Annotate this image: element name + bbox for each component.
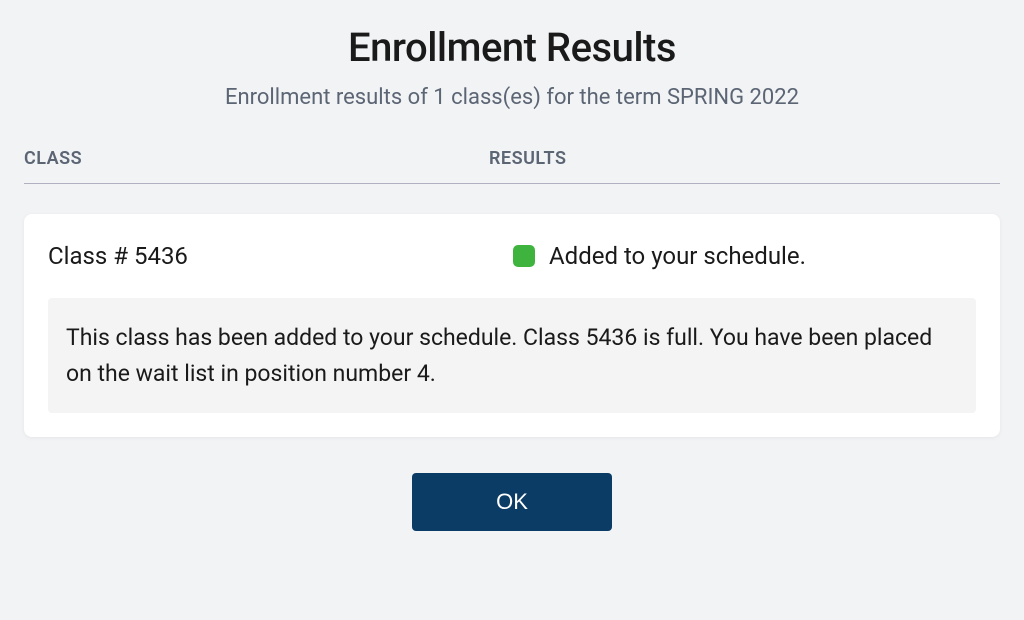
enrollment-results-container: Enrollment Results Enrollment results of… bbox=[0, 0, 1024, 531]
status-text: Added to your schedule. bbox=[549, 242, 806, 270]
class-number: Class # 5436 bbox=[48, 242, 513, 270]
column-header-results: RESULTS bbox=[489, 148, 1000, 169]
result-status-cell: Added to your schedule. bbox=[513, 242, 976, 270]
page-subtitle: Enrollment results of 1 class(es) for th… bbox=[24, 85, 1000, 110]
page-title: Enrollment Results bbox=[24, 24, 1000, 71]
result-row: Class # 5436 Added to your schedule. bbox=[48, 242, 976, 270]
success-icon bbox=[513, 245, 535, 267]
results-table-header: CLASS RESULTS bbox=[24, 148, 1000, 184]
result-message: This class has been added to your schedu… bbox=[48, 298, 976, 413]
result-card: Class # 5436 Added to your schedule. Thi… bbox=[24, 214, 1000, 437]
column-header-class: CLASS bbox=[24, 148, 489, 169]
button-row: OK bbox=[24, 473, 1000, 531]
ok-button[interactable]: OK bbox=[412, 473, 612, 531]
